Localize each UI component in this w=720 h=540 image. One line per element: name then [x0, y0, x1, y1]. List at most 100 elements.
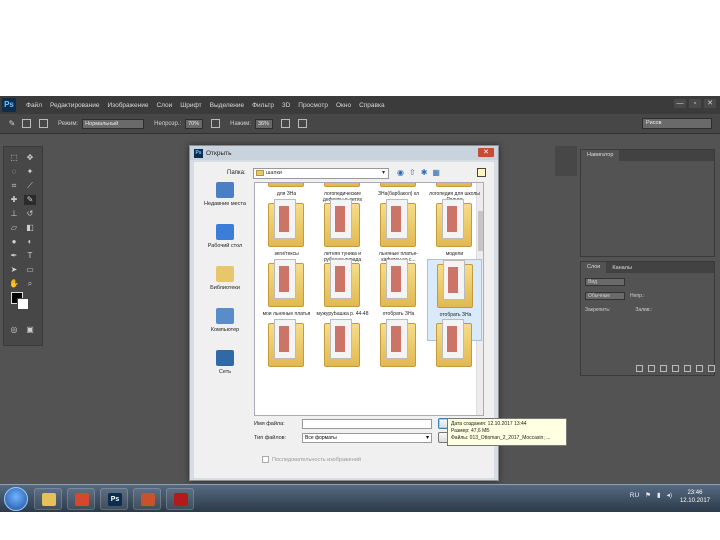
stamp-tool-icon[interactable]: ⊥ [8, 209, 20, 219]
tab-channels[interactable]: Каналы [606, 265, 638, 271]
dialog-titlebar[interactable]: Ps Открыть ✕ [190, 146, 498, 160]
menu-help[interactable]: Справка [355, 102, 389, 109]
opacity-field[interactable]: 70% [185, 118, 204, 129]
maximize-button[interactable]: ▫ [689, 99, 701, 108]
volume-icon[interactable]: ◂) [667, 491, 672, 499]
quick-mask-icon[interactable]: ◎ [8, 325, 20, 335]
tab-layers[interactable]: Слои [581, 262, 607, 273]
clock[interactable]: 23:46 12.10.2017 [680, 489, 710, 505]
taskbar-app-button[interactable]: Ps [100, 488, 128, 510]
layer-mask-icon[interactable] [660, 365, 667, 372]
taskbar-app-button[interactable] [34, 488, 62, 510]
up-folder-icon[interactable]: ⇧ [409, 168, 416, 177]
lasso-tool-icon[interactable]: ◌ [8, 167, 20, 177]
zoom-tool-icon[interactable]: ⌕ [24, 279, 36, 289]
delete-layer-icon[interactable] [708, 365, 715, 372]
shape-tool-icon[interactable]: ▭ [24, 265, 36, 275]
magic-wand-tool-icon[interactable]: ✦ [24, 167, 36, 177]
collapsed-panel-strip[interactable] [555, 146, 577, 176]
folder-name: отобрать ЗНа [439, 312, 472, 318]
place-label: Сеть [218, 369, 232, 375]
new-group-icon[interactable] [684, 365, 691, 372]
brush-tool-icon[interactable]: ✎ [6, 119, 18, 129]
menu-layers[interactable]: Слои [152, 102, 176, 109]
gradient-tool-icon[interactable]: ◧ [24, 223, 36, 233]
image-sequence-checkbox[interactable] [262, 456, 269, 463]
background-color-swatch[interactable] [17, 298, 29, 310]
eyedropper-tool-icon[interactable]: ⟋ [24, 181, 36, 191]
adjustment-layer-icon[interactable] [672, 365, 679, 372]
image-sequence-option[interactable]: Последовательность изображений [262, 456, 361, 463]
folder-tile[interactable] [427, 319, 482, 401]
layer-blend-mode[interactable]: Обычные [585, 292, 625, 300]
taskbar-app-button[interactable] [67, 488, 95, 510]
menu-filter[interactable]: Фильтр [248, 102, 278, 109]
place-item[interactable]: Рабочий стол [200, 224, 250, 250]
flow-field[interactable]: 36% [254, 118, 273, 129]
taskbar-app-button[interactable] [133, 488, 161, 510]
menu-3d[interactable]: 3D [278, 102, 294, 109]
type-tool-icon[interactable]: T [24, 251, 36, 261]
link-layers-icon[interactable] [636, 365, 643, 372]
opacity-pressure-icon[interactable] [211, 119, 221, 128]
menu-select[interactable]: Выделение [206, 102, 248, 109]
dialog-close-button[interactable]: ✕ [478, 148, 494, 157]
minimize-button[interactable]: — [674, 99, 686, 108]
airbrush-icon[interactable] [280, 119, 290, 128]
close-button[interactable]: ✕ [704, 99, 716, 108]
flag-icon[interactable]: ⚑ [645, 491, 651, 499]
network-tray-icon[interactable]: ▮ [657, 491, 661, 499]
start-button[interactable] [4, 487, 28, 511]
folder-tile[interactable] [259, 319, 314, 401]
brush-panel-icon[interactable] [39, 119, 48, 128]
new-layer-icon[interactable] [696, 365, 703, 372]
brush-tool-icon[interactable]: ✎ [24, 195, 36, 205]
crop-tool-icon[interactable]: ⌗ [8, 181, 20, 191]
look-in-select[interactable]: шапки ▾ [253, 168, 389, 179]
folder-tile[interactable] [371, 319, 426, 401]
screen-mode-icon[interactable]: ▣ [24, 325, 36, 335]
menu-edit[interactable]: Редактирование [46, 102, 104, 109]
place-item[interactable]: Сеть [200, 350, 250, 376]
blur-tool-icon[interactable]: ● [8, 237, 20, 247]
hand-tool-icon[interactable]: ✋ [8, 279, 20, 289]
folder-tile[interactable] [315, 319, 370, 401]
menu-image[interactable]: Изображение [104, 102, 153, 109]
back-icon[interactable]: ◉ [397, 168, 404, 177]
healing-tool-icon[interactable]: ✚ [8, 195, 20, 205]
new-folder-icon[interactable]: ✱ [421, 168, 428, 177]
tab-navigator[interactable]: Навигатор [581, 150, 620, 161]
language-indicator[interactable]: RU [630, 492, 639, 499]
place-item[interactable]: Библиотеки [200, 266, 250, 292]
powerpoint-icon [141, 493, 155, 506]
layer-kind-filter[interactable]: Вид [585, 278, 625, 286]
marquee-tool-icon[interactable]: ⬚ [8, 153, 20, 163]
layer-style-icon[interactable] [648, 365, 655, 372]
place-item[interactable]: Недавние места [200, 182, 250, 208]
pen-tool-icon[interactable]: ✒ [8, 251, 20, 261]
move-tool-icon[interactable]: ✥ [24, 153, 36, 163]
filename-input[interactable] [302, 419, 432, 429]
filetype-select[interactable]: Все форматы ▾ [302, 433, 432, 443]
chevron-down-icon: ▾ [381, 170, 385, 176]
menu-window[interactable]: Окно [332, 102, 355, 109]
size-pressure-icon[interactable] [297, 119, 307, 128]
eraser-tool-icon[interactable]: ▱ [8, 223, 20, 233]
dodge-tool-icon[interactable]: ◐ [24, 237, 36, 247]
view-menu-icon[interactable]: ▦ [432, 168, 440, 177]
history-brush-tool-icon[interactable]: ↺ [24, 209, 36, 219]
brush-preset-icon[interactable] [22, 119, 31, 128]
path-select-tool-icon[interactable]: ➤ [8, 265, 20, 275]
options-bar: ✎ Режим: Нормальный Непрозр.: 70% Нажим:… [0, 114, 720, 134]
mode-select[interactable]: Нормальный [82, 118, 145, 129]
folder-preview-icon [330, 319, 352, 359]
preview-toggle-icon[interactable] [477, 168, 486, 177]
menu-type[interactable]: Шрифт [176, 102, 205, 109]
place-item[interactable]: Компьютер [200, 308, 250, 334]
tooltip-line: Файлы: 013_Ottoman_2_2017_Moccasin; ... [451, 434, 551, 441]
menu-view[interactable]: Просмотр [294, 102, 332, 109]
workspace-select[interactable]: Рисов [642, 118, 712, 129]
taskbar-app-button[interactable] [166, 488, 194, 510]
folder-preview-icon [274, 199, 296, 239]
menu-file[interactable]: Файл [22, 102, 46, 109]
